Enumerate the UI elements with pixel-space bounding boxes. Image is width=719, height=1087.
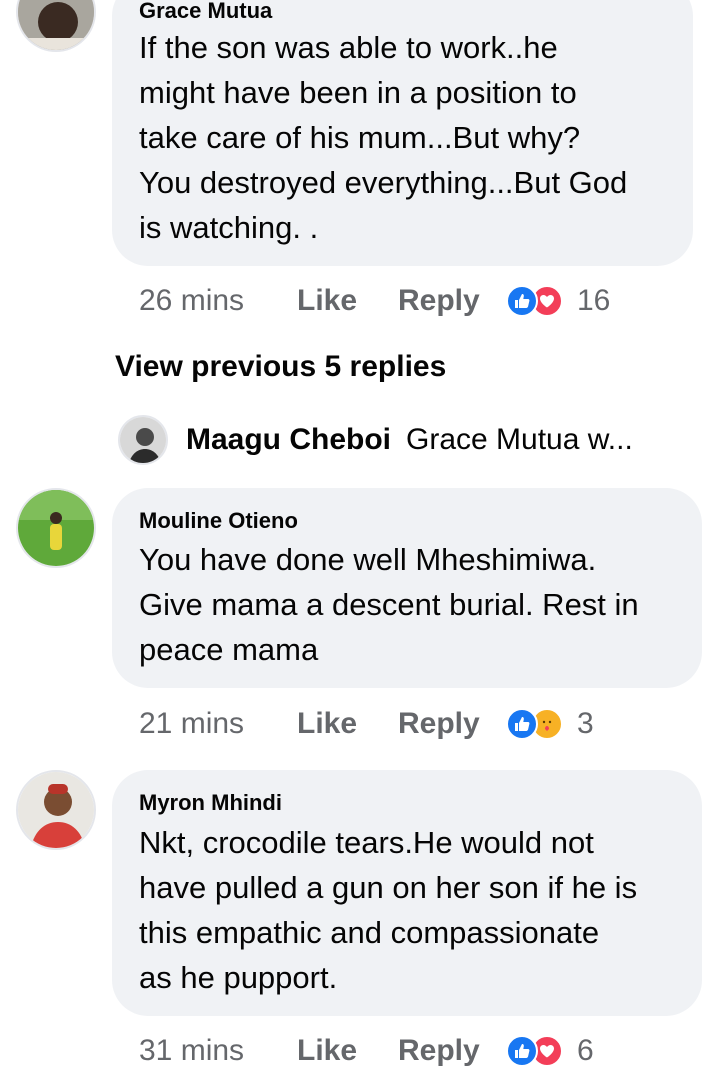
like-button[interactable]: Like — [297, 707, 398, 741]
comment-bubble[interactable]: Myron Mhindi Nkt, crocodile tears.He wou… — [112, 770, 702, 1016]
comment-line: You destroyed everything...But God — [139, 165, 628, 200]
comment-actions: 21 mins Like Reply 3 — [139, 704, 594, 744]
comment-line: Give mama a descent burial. Rest in — [139, 587, 639, 622]
comment-timestamp[interactable]: 26 mins — [139, 284, 297, 318]
comments-thread: Grace Mutua If the son was able to work.… — [0, 0, 719, 1087]
comment-actions: 26 mins Like Reply 16 — [139, 281, 610, 321]
avatar[interactable] — [16, 770, 96, 850]
comment-author[interactable]: Myron Mhindi — [139, 790, 282, 816]
comment-line: might have been in a position to — [139, 75, 577, 110]
comment-text: Nkt, crocodile tears.He would not have p… — [139, 820, 637, 1000]
comment-line: have pulled a gun on her son if he is — [139, 870, 638, 905]
like-icon — [506, 1035, 538, 1067]
comment-text: You have done well Mheshimiwa. Give mama… — [139, 537, 639, 672]
reply-button[interactable]: Reply — [398, 707, 506, 741]
reactions-summary[interactable]: 16 — [506, 284, 610, 318]
like-icon — [506, 708, 538, 740]
like-icon — [506, 285, 538, 317]
reply-snippet: Grace Mutua w... — [406, 423, 633, 456]
comment-line: peace mama — [139, 632, 319, 667]
like-button[interactable]: Like — [297, 284, 398, 318]
reply-author[interactable]: Maagu Cheboi — [186, 423, 391, 457]
user-photo-icon — [18, 772, 94, 848]
avatar[interactable] — [118, 415, 168, 465]
reply-button[interactable]: Reply — [398, 1034, 506, 1068]
comment-author[interactable]: Mouline Otieno — [139, 508, 298, 534]
avatar[interactable] — [16, 488, 96, 568]
comment-timestamp[interactable]: 21 mins — [139, 707, 297, 741]
reply-button[interactable]: Reply — [398, 284, 506, 318]
user-photo-icon — [18, 0, 94, 50]
comment-line: is watching. . — [139, 210, 319, 245]
reactions-summary[interactable]: 3 — [506, 707, 594, 741]
view-previous-replies[interactable]: View previous 5 replies — [115, 350, 446, 384]
reaction-count: 16 — [577, 284, 611, 317]
avatar[interactable] — [16, 0, 96, 52]
comment-bubble[interactable]: Grace Mutua If the son was able to work.… — [112, 0, 693, 266]
user-photo-icon — [18, 490, 94, 566]
comment-line: take care of his mum...But why? — [139, 120, 581, 155]
comment-author[interactable]: Grace Mutua — [139, 0, 272, 24]
like-button[interactable]: Like — [297, 1034, 398, 1068]
comment-bubble[interactable]: Mouline Otieno You have done well Mheshi… — [112, 488, 702, 688]
comment-actions: 31 mins Like Reply 6 — [139, 1031, 594, 1071]
comment-line: You have done well Mheshimiwa. — [139, 542, 597, 577]
comment-line: this empathic and compassionate — [139, 915, 600, 950]
user-photo-icon — [120, 417, 166, 463]
reply-preview[interactable]: Maagu Cheboi Grace Mutua w... — [118, 414, 660, 466]
comment-line: If the son was able to work..he — [139, 30, 558, 65]
comment-line: Nkt, crocodile tears.He would not — [139, 825, 594, 860]
comment-timestamp[interactable]: 31 mins — [139, 1034, 297, 1068]
reaction-count: 6 — [577, 1034, 594, 1067]
comment-text: If the son was able to work..he might ha… — [139, 25, 627, 250]
comment-line: as he pupport. — [139, 960, 338, 995]
reaction-count: 3 — [577, 707, 594, 740]
reactions-summary[interactable]: 6 — [506, 1034, 594, 1068]
